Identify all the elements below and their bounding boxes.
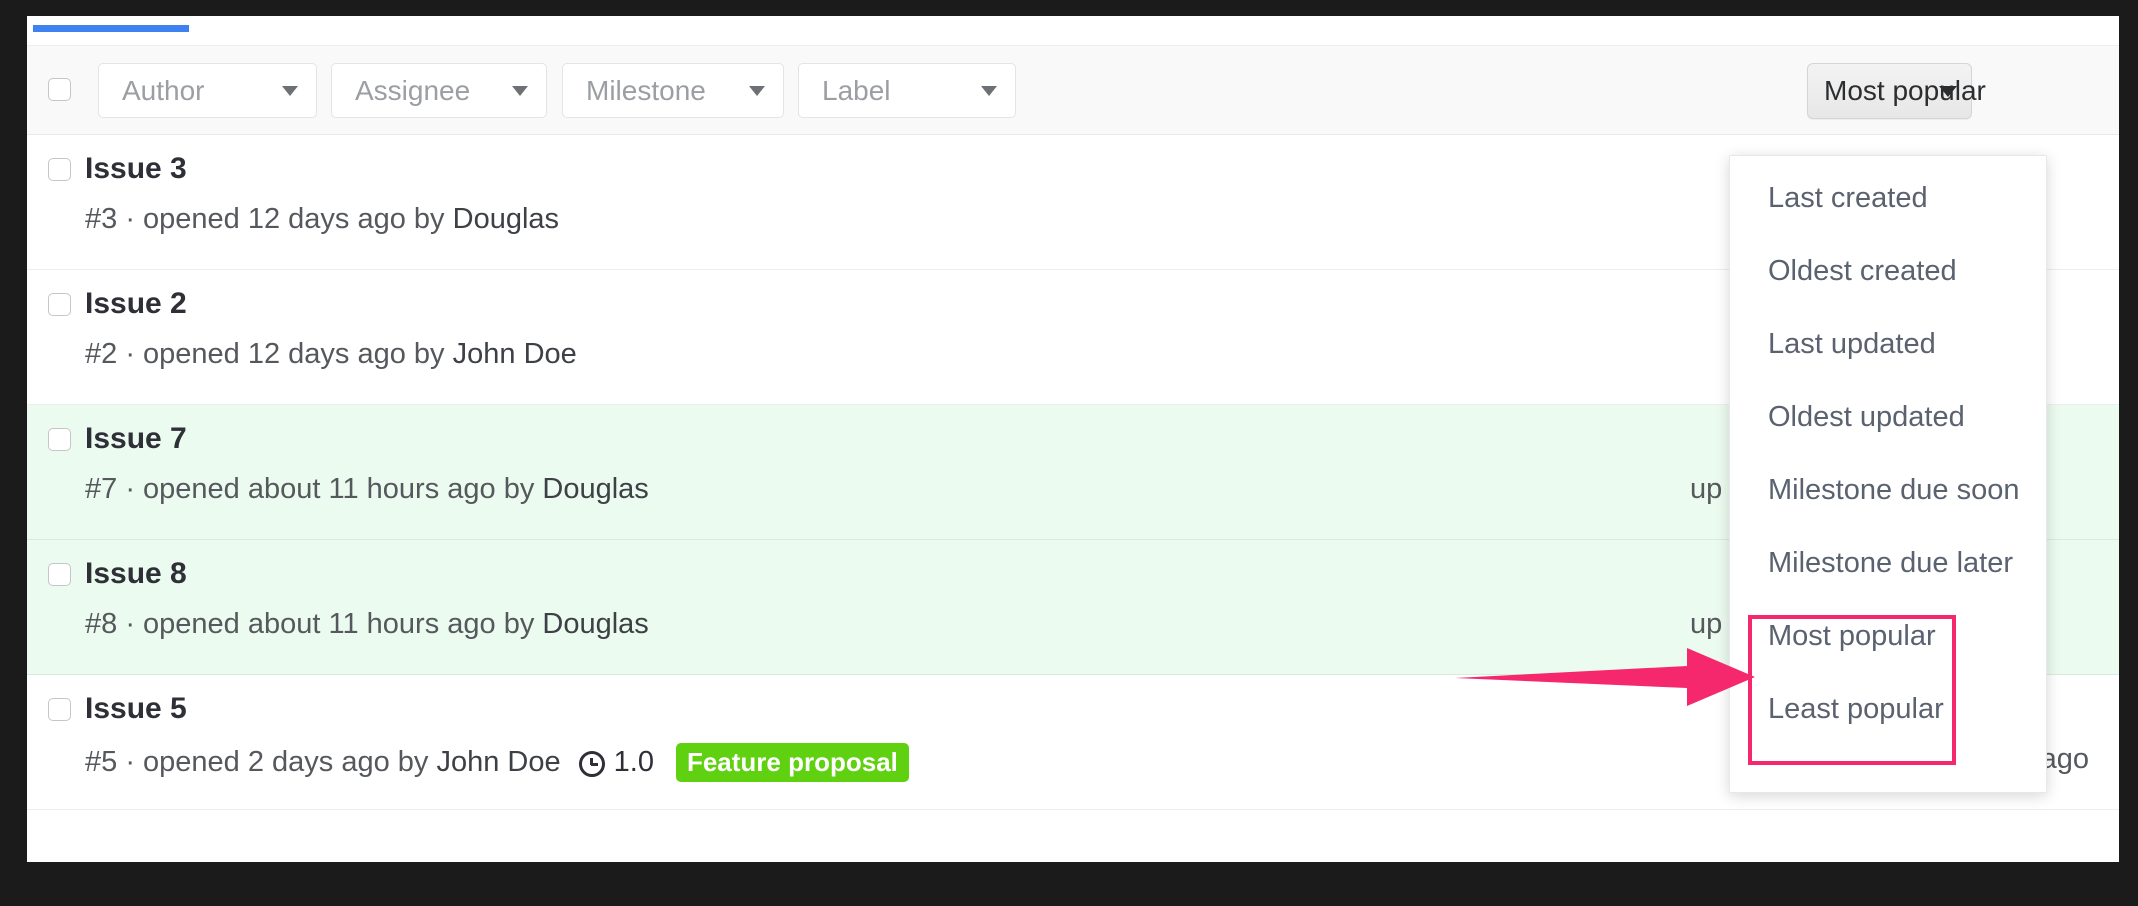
issue-checkbox[interactable] <box>48 158 71 181</box>
issue-checkbox[interactable] <box>48 698 71 721</box>
issue-meta: #8 · opened about 11 hours ago by Dougla… <box>85 608 649 641</box>
issue-meta-text: #2 · opened 12 days ago by <box>85 338 453 370</box>
issue-meta: #3 · opened 12 days ago by Douglas <box>85 203 559 236</box>
chevron-down-icon <box>749 85 765 96</box>
issue-meta-text: #5 · opened 2 days ago by <box>85 746 437 779</box>
filter-milestone-label: Milestone <box>586 74 706 106</box>
issue-meta-text: #7 · opened about 11 hours ago by <box>85 473 543 505</box>
filter-label-select[interactable]: Label <box>798 63 1016 118</box>
issue-checkbox[interactable] <box>48 563 71 586</box>
chevron-down-icon <box>282 85 298 96</box>
sort-menu-item-milestone-due-soon[interactable]: Milestone due soon <box>1768 474 2020 507</box>
clock-icon <box>578 750 605 777</box>
issue-meta: #5 · opened 2 days ago by John Doe 1.0 F… <box>85 743 909 783</box>
issue-milestone-label: 1.0 <box>613 746 654 779</box>
screenshot-root: Author Assignee Milestone Label Most pop <box>0 0 2138 906</box>
issue-title[interactable]: Issue 7 <box>85 422 187 456</box>
issue-meta-text: #3 · opened 12 days ago by <box>85 203 453 235</box>
filter-assignee-label: Assignee <box>355 74 471 106</box>
filter-assignee-select[interactable]: Assignee <box>331 63 547 118</box>
issue-updated-text: up <box>1690 608 1723 640</box>
chevron-down-icon <box>512 85 528 96</box>
sort-menu-item-oldest-created[interactable]: Oldest created <box>1768 255 1957 288</box>
filter-toolbar: Author Assignee Milestone Label Most pop <box>27 45 2119 135</box>
filter-author-select[interactable]: Author <box>98 63 317 118</box>
issue-author[interactable]: John Doe <box>453 338 577 371</box>
issue-title[interactable]: Issue 2 <box>85 287 187 321</box>
issue-title[interactable]: Issue 8 <box>85 557 187 591</box>
sort-menu-item-most-popular[interactable]: Most popular <box>1768 620 1936 653</box>
sort-dropdown-menu: Last created Oldest created Last updated… <box>1729 155 2047 793</box>
issue-milestone[interactable]: 1.0 <box>578 746 654 779</box>
issue-meta-text: #8 · opened about 11 hours ago by <box>85 608 543 640</box>
filter-milestone-select[interactable]: Milestone <box>562 63 784 118</box>
issue-author[interactable]: Douglas <box>542 608 648 641</box>
select-all-checkbox[interactable] <box>48 78 71 101</box>
sort-menu-item-last-created[interactable]: Last created <box>1768 182 1928 215</box>
issue-label-badge[interactable]: Feature proposal <box>675 743 909 783</box>
sort-dropdown-button[interactable]: Most popular <box>1807 63 1986 119</box>
issue-updated-text: up <box>1690 473 1723 505</box>
sort-menu-item-milestone-due-later[interactable]: Milestone due later <box>1768 547 2013 580</box>
sort-menu-item-least-popular[interactable]: Least popular <box>1768 693 1944 726</box>
issue-author[interactable]: Douglas <box>542 473 648 506</box>
chevron-down-icon <box>981 85 997 96</box>
issue-author[interactable]: Douglas <box>453 203 559 236</box>
issue-title[interactable]: Issue 5 <box>85 692 187 726</box>
issue-title[interactable]: Issue 3 <box>85 152 187 186</box>
sort-menu-item-last-updated[interactable]: Last updated <box>1768 328 1936 361</box>
issue-meta: #2 · opened 12 days ago by John Doe <box>85 338 577 371</box>
issue-author[interactable]: John Doe <box>436 746 560 779</box>
issue-checkbox[interactable] <box>48 428 71 451</box>
sort-dropdown-label: Most popular <box>1824 75 1986 106</box>
filter-label-label: Label <box>822 74 891 106</box>
filter-author-label: Author <box>122 74 205 106</box>
issue-meta: #7 · opened about 11 hours ago by Dougla… <box>85 473 649 506</box>
issue-checkbox[interactable] <box>48 293 71 316</box>
active-tab-underline <box>33 25 189 32</box>
sort-menu-item-oldest-updated[interactable]: Oldest updated <box>1768 401 1965 434</box>
chevron-down-icon <box>1939 86 1957 98</box>
